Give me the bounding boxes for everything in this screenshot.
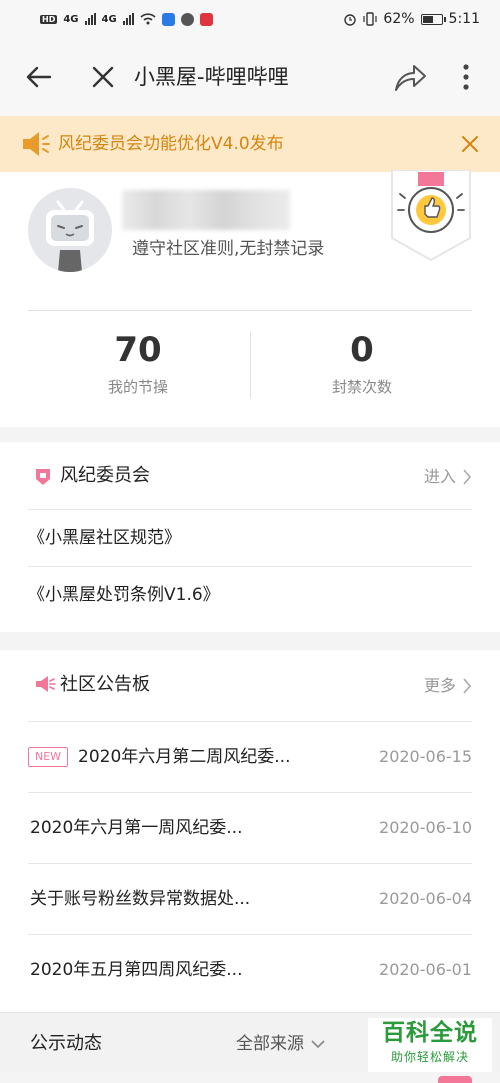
back-arrow-icon[interactable] (24, 62, 54, 92)
watermark-logo: 百科全说 助你轻松解决 (368, 1018, 492, 1072)
vibrate-icon (363, 12, 378, 26)
floating-button-edge[interactable] (438, 1076, 472, 1083)
status-bar: HD 4G 4G 62% 5:11 (0, 0, 500, 38)
news-item[interactable]: 2020年五月第四周风纪委... 2020-06-01 (28, 935, 472, 1006)
committee-enter-link[interactable]: 进入 (424, 464, 472, 490)
news-date: 2020-06-15 (379, 747, 472, 766)
status-left: HD 4G 4G (40, 12, 213, 26)
battery-icon (420, 13, 446, 25)
alarm-icon (344, 14, 357, 26)
shield-app-icon (161, 12, 175, 26)
hd-icon: HD (40, 14, 58, 24)
news-item[interactable]: 2020年六月第一周风纪委... 2020-06-10 (28, 793, 472, 864)
committee-section: 风纪委员会 进入 《小黑屋社区规范》 《小黑屋处罚条例V1.6》 (0, 442, 500, 632)
status-right: 62% 5:11 (343, 11, 480, 27)
tv-mascot-icon (46, 200, 94, 272)
news-item[interactable]: 关于账号粉丝数异常数据处... 2020-06-04 (28, 864, 472, 935)
profile-card: 遵守社区准则,无封禁记录 70 我的节操 0 封禁次数 (0, 170, 500, 427)
bulletin-more-link[interactable]: 更多 (424, 673, 472, 699)
chevron-down-icon (311, 1040, 325, 1049)
avatar[interactable] (28, 188, 112, 272)
battery-percent: 62% (383, 11, 415, 27)
bulletin-section: 社区公告板 更多 NEW 2020年六月第二周风纪委... 2020-06-15… (0, 650, 500, 1012)
new-badge: NEW (28, 747, 68, 767)
news-title: 2020年六月第一周风纪委... (30, 818, 243, 838)
wifi-icon (140, 13, 156, 25)
bulletin-header[interactable]: 社区公告板 更多 (28, 650, 472, 722)
committee-header[interactable]: 风纪委员会 进入 (28, 442, 472, 510)
network-label-1: 4G (63, 13, 79, 25)
notice-text: 风纪委员会功能优化V4.0发布 (58, 134, 284, 154)
stat-divider (250, 332, 251, 398)
news-title: 2020年五月第四周风纪委... (30, 960, 243, 980)
news-item[interactable]: NEW 2020年六月第二周风纪委... 2020-06-15 (28, 722, 472, 793)
share-icon[interactable] (392, 60, 428, 94)
public-activity-label: 公示动态 (30, 1033, 102, 1054)
bulletin-more-label: 更多 (423, 676, 456, 695)
committee-enter-label: 进入 (423, 467, 456, 486)
stat-bans: 0 封禁次数 (262, 328, 462, 397)
link-community-rules[interactable]: 《小黑屋社区规范》 (28, 510, 472, 567)
bulletin-title: 社区公告板 (60, 674, 150, 695)
chevron-right-icon (463, 469, 472, 485)
news-title: 关于账号粉丝数异常数据处... (30, 889, 251, 909)
more-options-icon[interactable] (456, 62, 476, 92)
megaphone-icon (36, 676, 56, 692)
chevron-right-icon (463, 678, 472, 694)
network-label-2: 4G (101, 13, 117, 25)
shield-icon (36, 469, 50, 485)
stat-bans-value: 0 (350, 330, 374, 370)
news-date: 2020-06-04 (379, 889, 472, 908)
red-app-icon (199, 12, 213, 26)
news-title: 2020年六月第二周风纪委... (78, 747, 291, 767)
committee-title: 风纪委员会 (60, 465, 150, 486)
news-date: 2020-06-01 (379, 960, 472, 979)
chat-app-icon (180, 12, 194, 26)
title-bar: 小黑屋-哔哩哔哩 (0, 38, 500, 116)
signal-icon-2 (122, 13, 134, 25)
record-status: 遵守社区准则,无封禁记录 (132, 239, 325, 259)
signal-icon (84, 13, 96, 25)
close-notice-icon[interactable] (458, 132, 482, 156)
watermark-subtitle: 助你轻松解决 (390, 1050, 469, 1064)
stat-bans-label: 封禁次数 (331, 378, 392, 396)
blurred-username (122, 190, 290, 230)
link-penalty-rules[interactable]: 《小黑屋处罚条例V1.6》 (28, 567, 472, 624)
medal-badge-icon (391, 170, 471, 262)
stat-integrity-value: 70 (114, 330, 162, 370)
news-date: 2020-06-10 (379, 818, 472, 837)
notice-banner[interactable]: 风纪委员会功能优化V4.0发布 (0, 116, 500, 172)
source-filter-dropdown[interactable]: 全部来源 (236, 1031, 326, 1057)
stat-integrity-label: 我的节操 (107, 378, 168, 396)
page-title: 小黑屋-哔哩哔哩 (134, 65, 289, 89)
close-icon[interactable] (88, 62, 118, 92)
profile-divider (28, 310, 472, 311)
source-filter-label: 全部来源 (236, 1034, 304, 1054)
watermark-title: 百科全说 (382, 1020, 478, 1046)
stat-integrity: 70 我的节操 (38, 328, 238, 397)
clock: 5:11 (448, 11, 480, 27)
speaker-icon (23, 132, 50, 156)
